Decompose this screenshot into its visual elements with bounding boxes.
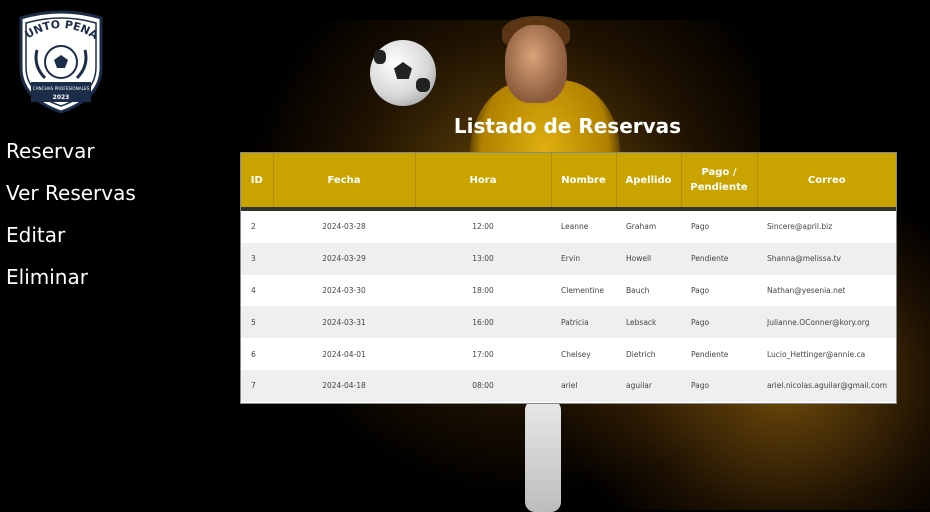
column-header: Fecha [273, 153, 416, 209]
nav-editar[interactable]: Editar [6, 214, 136, 256]
cell-apellido: Dietrich [616, 338, 681, 370]
column-header: ID [241, 153, 274, 209]
cell-hora: 16:00 [415, 306, 551, 339]
cell-correo: Shanna@melissa.tv [757, 242, 896, 275]
cell-id: 6 [241, 338, 273, 370]
column-header: Correo [757, 153, 896, 209]
cell-hora: 12:00 [415, 209, 551, 243]
cell-fecha: 2024-04-01 [273, 338, 415, 370]
cell-pago: Pago [681, 369, 757, 402]
table-row: 5 2024-03-31 16:00 Patricia Lebsack Pago Julia… [241, 306, 896, 339]
column-header: Hora [415, 153, 552, 209]
cell-correo: Nathan@yesenia.net [757, 274, 896, 307]
cell-pago: Pago [681, 306, 757, 339]
cell-fecha: 2024-03-31 [273, 306, 415, 339]
cell-fecha: 2024-03-30 [273, 274, 415, 307]
player-head [505, 25, 567, 103]
punto-penal-logo[interactable]: PUNTO PENAL CANCHAS PROFESIONALES 2023 [13, 10, 109, 114]
cell-hora: 18:00 [415, 274, 551, 307]
cell-apellido: Graham [616, 209, 681, 243]
nav-ver-reservas[interactable]: Ver Reservas [6, 172, 136, 214]
cell-correo: Sincere@april.biz [757, 209, 896, 243]
cell-id: 2 [241, 209, 273, 243]
logo-year: 2023 [53, 94, 70, 101]
cell-fecha: 2024-03-29 [273, 242, 415, 275]
table-row: 7 2024-04-18 08:00 ariel aguilar Pago ariel.ni… [241, 369, 896, 402]
cell-nombre: Leanne [551, 209, 616, 243]
cell-id: 3 [241, 242, 273, 275]
cell-pago: Pendiente [681, 338, 757, 370]
cell-nombre: Clementine [551, 274, 616, 307]
column-header: Pago / Pendiente [681, 153, 758, 209]
soccer-ball-image [370, 40, 436, 106]
cell-nombre: Ervin [551, 242, 616, 275]
table-row: 2 2024-03-28 12:00 Leanne Graham Pago Sincere@… [241, 209, 896, 243]
cell-correo: Julianne.OConner@kory.org [757, 306, 896, 339]
cell-apellido: Lebsack [616, 306, 681, 339]
table-row: 3 2024-03-29 13:00 Ervin Howell Pendiente Shan… [241, 242, 896, 275]
table-row: 4 2024-03-30 18:00 Clementine Bauch Pago Natha… [241, 274, 896, 307]
table-header-row: ID Fecha Hora Nombre Apellido Pago / Pen… [241, 153, 896, 209]
nav-eliminar[interactable]: Eliminar [6, 256, 136, 298]
cell-nombre: ariel [551, 369, 616, 402]
cell-apellido: Bauch [616, 274, 681, 307]
cell-fecha: 2024-04-18 [273, 369, 415, 402]
cell-id: 5 [241, 306, 273, 339]
column-header: Apellido [616, 153, 682, 209]
cell-id: 7 [241, 369, 273, 402]
logo-subtitle: CANCHAS PROFESIONALES [33, 86, 90, 91]
cell-hora: 13:00 [415, 242, 551, 275]
page-title: Listado de Reservas [453, 114, 682, 138]
cell-id: 4 [241, 274, 273, 307]
player-leg [525, 400, 561, 512]
nav-reservar[interactable]: Reservar [6, 130, 136, 172]
cell-apellido: Howell [616, 242, 681, 275]
cell-hora: 08:00 [415, 369, 551, 402]
sidebar-nav: Reservar Ver Reservas Editar Eliminar [6, 130, 136, 298]
cell-pago: Pago [681, 274, 757, 307]
cell-nombre: Patricia [551, 306, 616, 339]
cell-correo: ariel.nicolas.aguilar@gmail.com [757, 369, 896, 402]
cell-pago: Pago [681, 209, 757, 243]
cell-nombre: Chelsey [551, 338, 616, 370]
column-header: Nombre [551, 153, 617, 209]
reservations-table: ID Fecha Hora Nombre Apellido Pago / Pen… [240, 152, 897, 404]
cell-correo: Lucio_Hettinger@annie.ca [757, 338, 896, 370]
cell-apellido: aguilar [616, 369, 681, 402]
cell-hora: 17:00 [415, 338, 551, 370]
cell-fecha: 2024-03-28 [273, 209, 415, 243]
table-row: 6 2024-04-01 17:00 Chelsey Dietrich Pendiente… [241, 338, 896, 370]
cell-pago: Pendiente [681, 242, 757, 275]
